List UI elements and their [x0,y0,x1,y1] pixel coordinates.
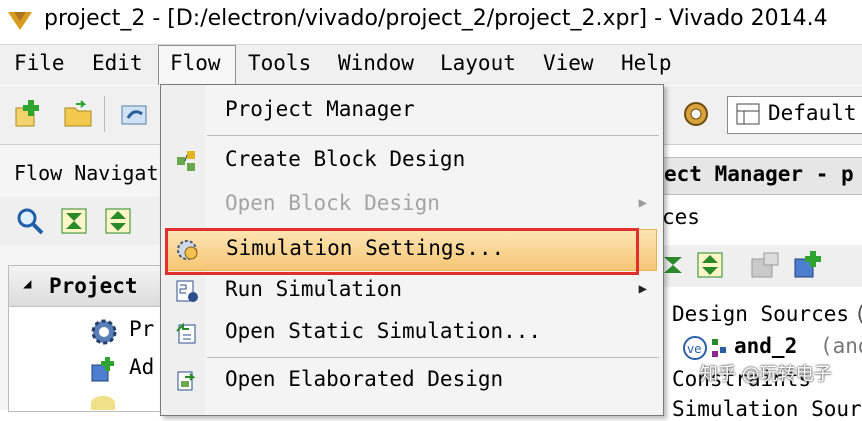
svg-text:ve: ve [687,342,701,356]
menu-separator [207,135,659,136]
flow-navigator-title: Flow Navigat [14,161,159,185]
layout-select[interactable]: Default [727,96,862,134]
menu-item-open-static-simulation[interactable]: Open Static Simulation... [161,313,663,353]
menu-item-label: Project Manager [225,97,415,121]
menu-help[interactable]: Help [621,51,672,75]
project-manager-section-header[interactable]: ◢ Project [9,266,161,307]
menu-edit[interactable]: Edit [92,51,143,75]
menu-item-label: Run Simulation [225,277,403,301]
block-design-icon [177,151,195,171]
settings-gear-icon[interactable] [680,98,712,130]
menu-separator [207,357,659,358]
layout-icon [736,103,760,125]
search-icon[interactable] [16,207,44,235]
new-project-icon[interactable] [12,98,44,130]
menu-item-open-elaborated-design[interactable]: Open Elaborated Design [161,361,663,401]
layout-select-value: Default [768,101,857,125]
menu-item-label: Open Block Design [225,191,440,215]
vivado-logo-icon [8,12,32,30]
toolbar-separator [104,96,105,132]
gear-icon [91,319,117,345]
tree-node-simulation-sources[interactable]: Simulation Sour [672,397,862,421]
project-manager-title: ect Manager - p [664,162,854,186]
menu-bar: File Edit Flow Tools Window Layout View … [0,45,862,85]
watermark: 知乎 @玩转电子 [700,364,832,385]
menu-file[interactable]: File [14,51,65,75]
collapse-all-icon[interactable] [60,207,88,235]
menu-item-run-simulation[interactable]: Run Simulation ▶ [161,271,663,311]
title-bar: project_2 - [D:/electron/vivado/project_… [0,0,862,45]
sources-tab[interactable]: ces [662,205,700,229]
submenu-arrow-icon: ▶ [638,281,647,297]
menu-item-create-block-design[interactable]: Create Block Design [161,141,663,181]
menu-flow[interactable]: Flow [170,51,221,75]
add-sources-icon [91,357,114,382]
project-manager-section-label: Project [49,274,138,298]
menu-item-project-manager[interactable]: Project Manager [161,91,663,131]
add-sources-icon[interactable] [792,249,824,279]
expand-all-icon[interactable] [104,207,132,235]
flow-navigator-toolbar [0,197,160,245]
flow-nav-item-project-settings[interactable]: Pr [9,314,161,350]
menu-view[interactable]: View [543,51,594,75]
menu-window[interactable]: Window [338,51,414,75]
menu-layout[interactable]: Layout [440,51,516,75]
flow-nav-item-add-sources[interactable]: Ad [9,352,161,388]
sources-toolbar [662,245,862,287]
expand-all-icon[interactable] [696,251,724,279]
menu-item-label: Create Block Design [225,147,466,171]
project-manager-title-bar: ect Manager - p [662,157,862,195]
window-title: project_2 - [D:/electron/vivado/project_… [44,6,828,31]
menu-item-open-block-design: Open Block Design ▶ [161,185,663,225]
collapse-all-icon[interactable] [662,251,690,279]
flow-nav-item-label: Ad [129,355,155,379]
menu-item-label: Open Elaborated Design [225,367,504,391]
verilog-module-icon: ve [683,336,726,360]
tree-node-count: (1 [854,302,862,326]
submenu-arrow-icon: ▶ [638,195,647,211]
static-simulation-icon [176,322,196,344]
undo-icon[interactable] [118,98,150,130]
next-item-icon [91,396,115,410]
collapse-arrow-icon[interactable]: ◢ [23,276,31,292]
run-simulation-icon [176,280,198,302]
menu-item-label: Open Static Simulation... [225,319,542,343]
annotation-highlight-box [165,228,639,275]
hierarchy-disabled-icon[interactable] [750,251,780,279]
open-project-icon[interactable] [62,98,94,130]
flow-navigator-panel: Flow Navigat ◢ Project Pr Ad [0,145,162,412]
flow-nav-item-label: Pr [129,317,155,341]
flow-navigator-list: ◢ Project Pr Ad [8,265,162,412]
menu-tools[interactable]: Tools [248,51,311,75]
tree-node-and-2[interactable]: and_2 [734,334,797,358]
tree-node-design-sources[interactable]: Design Sources [672,302,849,326]
elaborated-design-icon [177,371,196,391]
tree-node-filename: (and [820,334,862,358]
